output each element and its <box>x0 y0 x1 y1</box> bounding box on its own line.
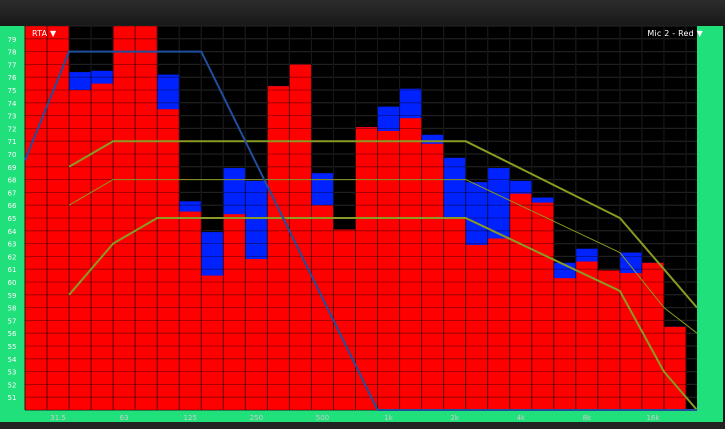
rta-window: 79 78 77 76 75 74 73 72 71 70 69 68 67 66 65 64 63 62 61 60… <box>0 0 725 429</box>
y-tick-label: 56 <box>8 330 17 338</box>
rta-level-bar <box>553 278 576 410</box>
y-tick-label: 67 <box>8 189 17 197</box>
y-tick-label: 78 <box>8 49 17 57</box>
y-tick-label: 69 <box>8 164 17 172</box>
y-tick-label: 66 <box>8 202 17 210</box>
y-tick-label: 76 <box>8 74 17 82</box>
y-tick-label: 51 <box>8 394 17 402</box>
y-tick-label: 62 <box>8 253 17 261</box>
y-tick-label: 70 <box>8 151 17 159</box>
y-tick-label: 65 <box>8 215 17 223</box>
y-tick-label: 71 <box>8 138 17 146</box>
rta-level-bar <box>267 86 290 410</box>
y-tick-label: 52 <box>8 381 17 389</box>
rta-level-bar <box>619 273 642 410</box>
y-tick-label: 58 <box>8 305 17 313</box>
rta-level-bar <box>421 143 444 410</box>
x-tick-label: 1k <box>384 414 393 422</box>
rta-level-bar <box>355 127 378 411</box>
x-tick-label: 63 <box>120 414 129 422</box>
y-tick-label: 74 <box>8 100 17 108</box>
rta-level-bar <box>179 211 202 410</box>
y-tick-label: 59 <box>8 292 17 300</box>
rta-level-bar <box>201 275 224 410</box>
x-tick-label: 125 <box>184 414 197 422</box>
rta-level-bar <box>443 218 466 410</box>
y-tick-label: 55 <box>8 343 17 351</box>
rta-chart: 79 78 77 76 75 74 73 72 71 70 69 68 67 66 65 64 63 62 61 60… <box>0 25 723 422</box>
x-tick-label: 4k <box>516 414 525 422</box>
y-tick-label: 68 <box>8 177 17 185</box>
y-tick-label: 75 <box>8 87 17 95</box>
y-tick-label: 63 <box>8 241 17 249</box>
y-tick-label: 53 <box>8 369 17 377</box>
x-tick-label: 31.5 <box>50 414 66 422</box>
y-tick-label: 64 <box>8 228 17 236</box>
y-tick-label: 73 <box>8 113 17 121</box>
rta-level-bar <box>531 202 554 410</box>
x-tick-label: 8k <box>583 414 592 422</box>
y-tick-label: 54 <box>8 356 17 364</box>
rta-level-bar <box>575 261 598 410</box>
rta-level-bar <box>465 244 488 410</box>
rta-menu-button[interactable]: RTA ▼ <box>32 29 56 38</box>
rta-level-bar <box>597 270 620 410</box>
y-tick-label: 61 <box>8 266 17 274</box>
y-tick-label: 57 <box>8 317 17 325</box>
x-tick-label: 16k <box>646 414 660 422</box>
x-tick-label: 500 <box>316 414 329 422</box>
rta-level-bar <box>509 193 532 410</box>
right-rail <box>697 26 723 422</box>
rta-level-bar <box>399 118 422 410</box>
y-tick-label: 60 <box>8 279 17 287</box>
y-tick-label: 77 <box>8 61 17 69</box>
x-tick-label: 250 <box>250 414 263 422</box>
mic-select-dropdown[interactable]: Mic 2 - Red ▼ <box>647 29 703 38</box>
y-tick-label: 72 <box>8 125 17 133</box>
rta-level-bar <box>69 90 92 410</box>
rta-level-bar <box>377 130 400 410</box>
x-tick-label: 2k <box>450 414 459 422</box>
y-tick-label: 79 <box>8 36 17 44</box>
